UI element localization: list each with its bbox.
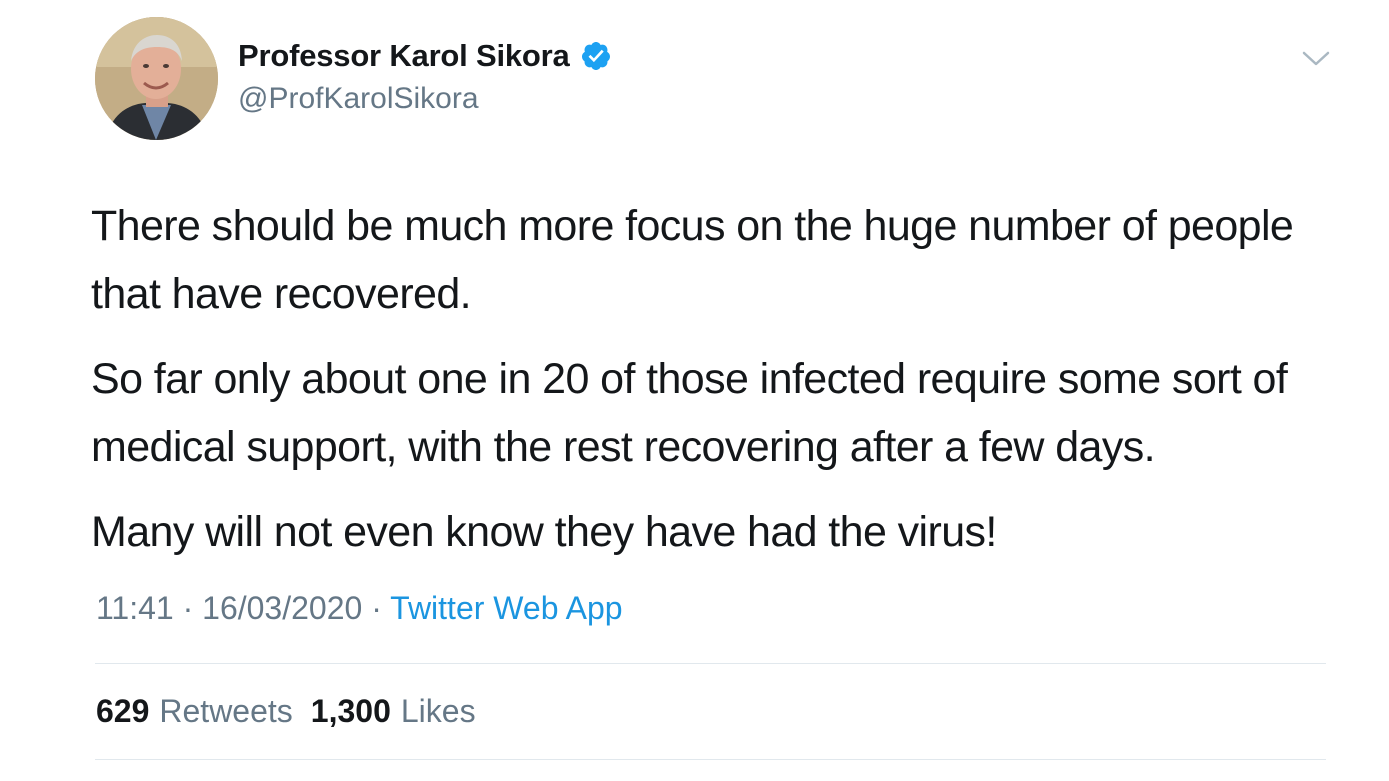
tweet-meta: 11:41 · 16/03/2020 · Twitter Web App [96,590,623,627]
tweet-source-link[interactable]: Twitter Web App [390,590,622,626]
retweets-count: 629 [96,693,150,729]
tweet-paragraph: Many will not even know they have had th… [91,508,997,556]
verified-badge-icon [580,40,612,72]
likes-count: 1,300 [310,693,391,729]
meta-separator: · [182,590,194,626]
likes-label: Likes [400,693,476,729]
tweet-stats: 629 Retweets 1,300 Likes [96,693,476,730]
divider [95,663,1326,664]
author-name-row: Professor Karol Sikora [238,38,612,74]
tweet-paragraph: So far only about one in 20 of those inf… [91,355,1288,471]
avatar[interactable] [95,17,218,140]
chevron-down-icon[interactable] [1298,44,1334,72]
author-handle[interactable]: @ProfKarolSikora [238,82,479,116]
tweet-text: There should be much more focus on the h… [91,192,1351,583]
avatar-image [95,17,218,140]
meta-separator: · [371,590,382,626]
display-name[interactable]: Professor Karol Sikora [238,38,570,74]
likes-stat[interactable]: 1,300 Likes [311,693,476,730]
tweet-time[interactable]: 11:41 [96,590,174,626]
tweet-date[interactable]: 16/03/2020 [202,590,362,626]
divider [95,759,1326,760]
retweets-stat[interactable]: 629 Retweets [96,693,293,730]
tweet-card: Professor Karol Sikora @ProfKarolSikora … [0,0,1389,781]
tweet-paragraph: There should be much more focus on the h… [91,202,1294,318]
retweets-label: Retweets [159,693,293,729]
